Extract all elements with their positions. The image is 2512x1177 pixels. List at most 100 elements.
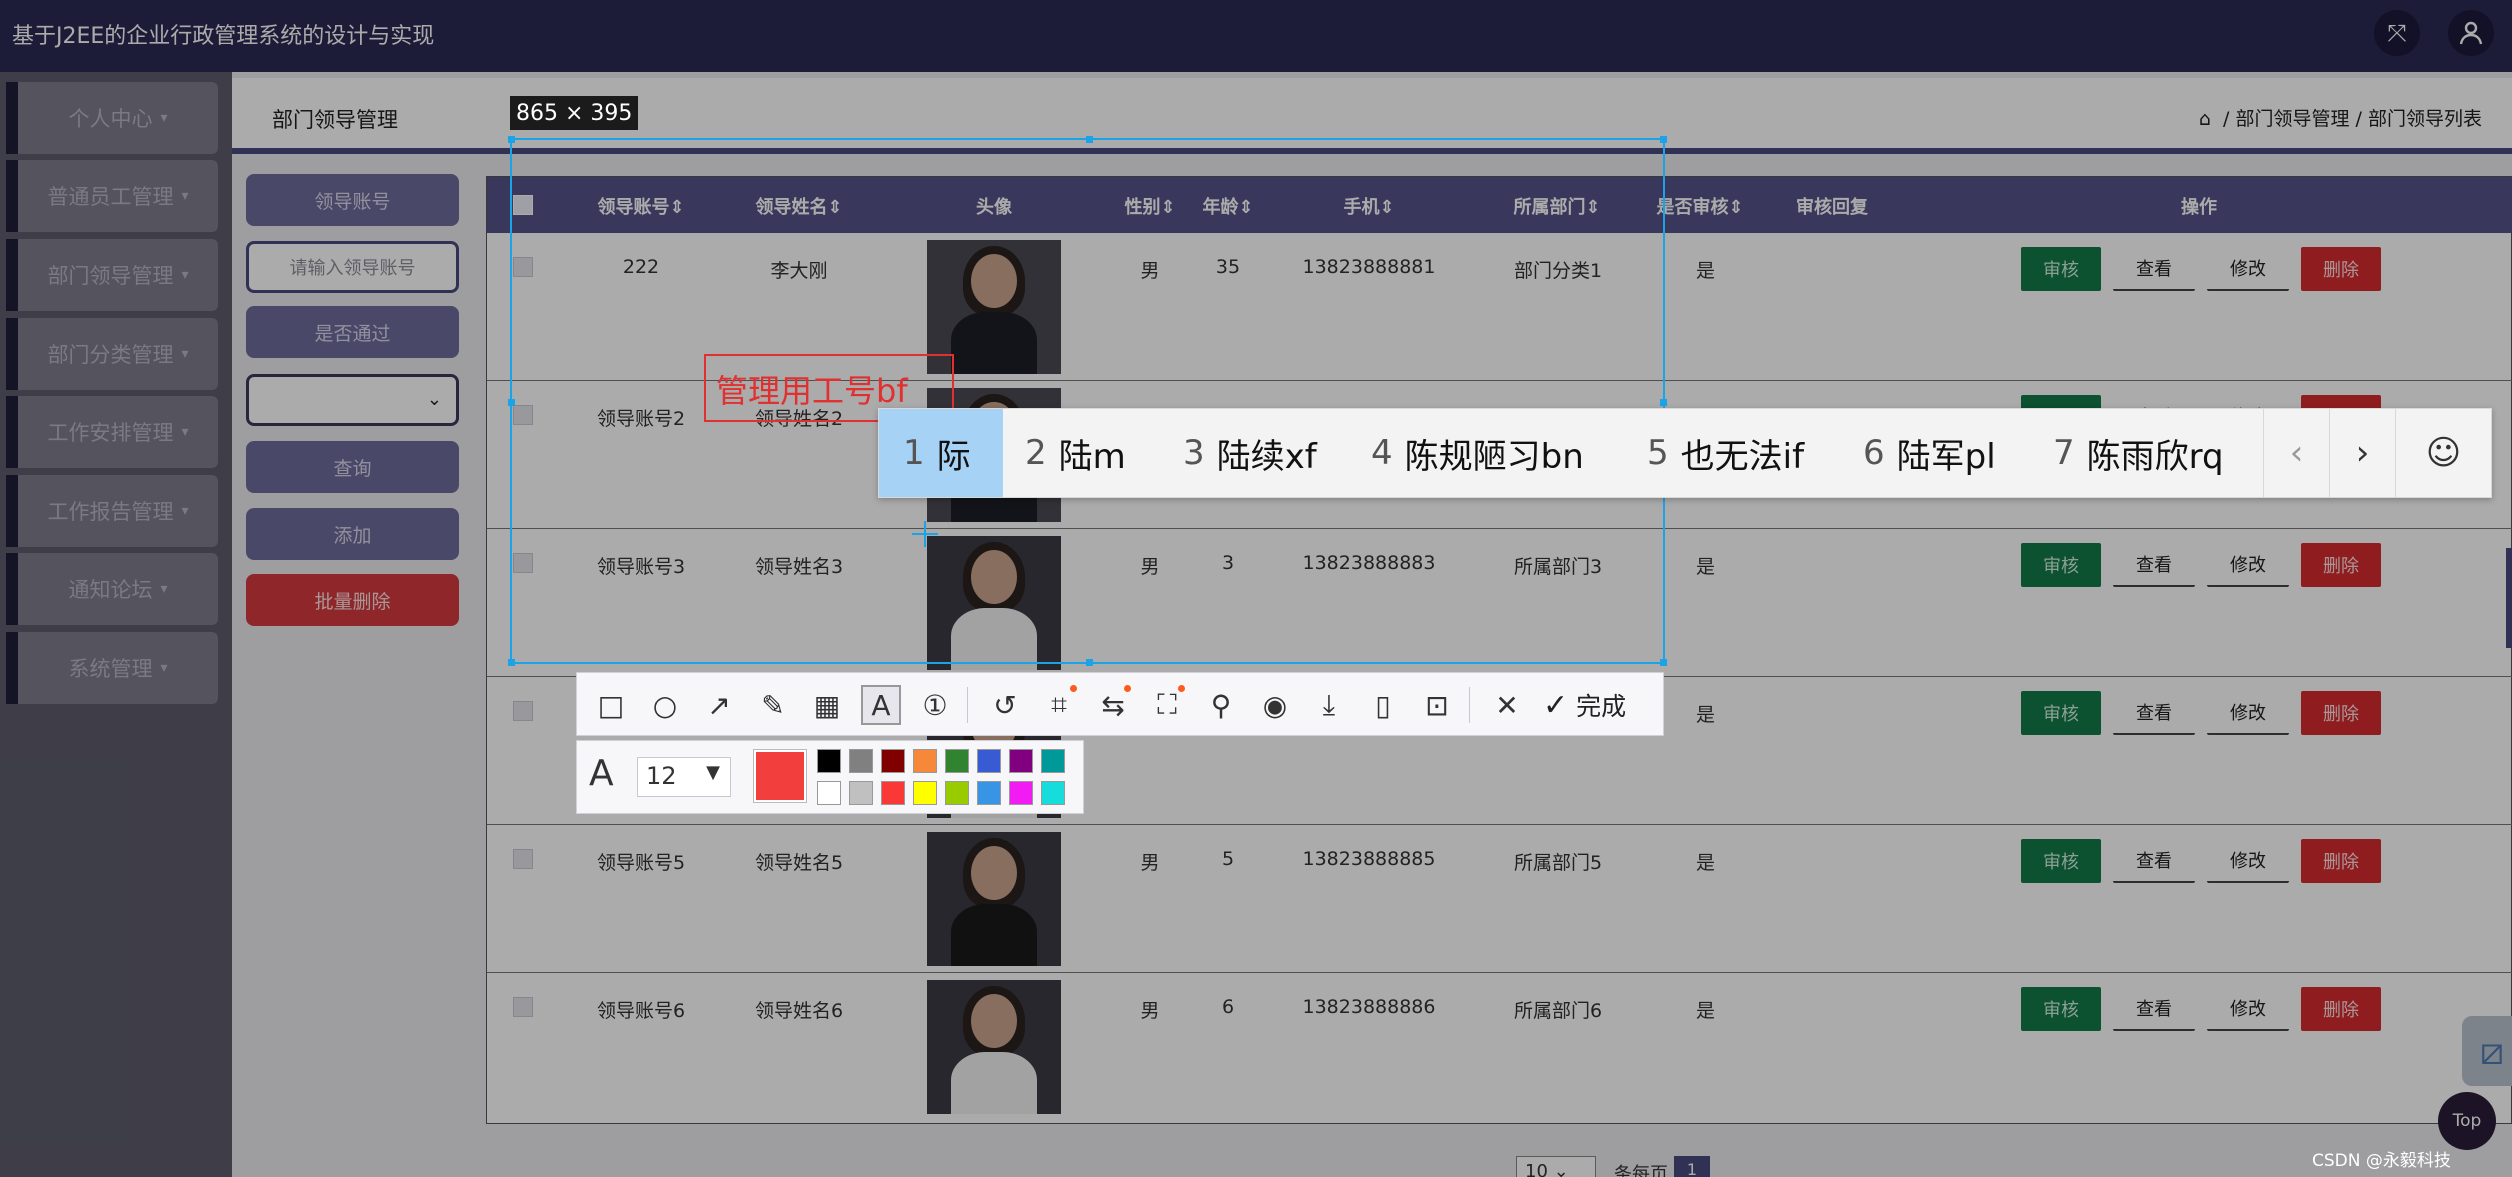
delete-button[interactable]: 删除	[2301, 839, 2381, 883]
ime-candidate[interactable]: 2 陆m	[1025, 409, 1126, 497]
color-swatch[interactable]	[1041, 781, 1065, 805]
sidebar-item-forum[interactable]: 通知论坛 ▾	[6, 553, 218, 625]
delete-button[interactable]: 删除	[2301, 987, 2381, 1031]
batch-delete-button[interactable]: 批量删除	[246, 574, 459, 626]
resize-handle[interactable]	[508, 136, 515, 143]
close-icon[interactable]: ✕	[1487, 685, 1527, 725]
sidebar-item-employee[interactable]: 普通员工管理 ▾	[6, 160, 218, 232]
color-swatch[interactable]	[849, 781, 873, 805]
ocr-icon[interactable]: ⌗	[1039, 685, 1079, 725]
rectangle-icon[interactable]: □	[591, 685, 631, 725]
passed-select[interactable]: ⌄	[246, 374, 459, 426]
delete-button[interactable]: 删除	[2301, 543, 2381, 587]
audit-button[interactable]: 审核	[2021, 987, 2101, 1031]
edit-button[interactable]: 修改	[2207, 839, 2289, 883]
done-button[interactable]: ✓ 完成	[1543, 685, 1626, 725]
edit-button[interactable]: 修改	[2207, 987, 2289, 1031]
pen-icon[interactable]: ✎	[753, 685, 793, 725]
edit-button[interactable]: 修改	[2207, 691, 2289, 735]
resize-handle[interactable]	[1086, 136, 1093, 143]
view-button[interactable]: 查看	[2113, 839, 2195, 883]
float-tool-icon[interactable]: ⧄	[2462, 1016, 2512, 1086]
view-button[interactable]: 查看	[2113, 987, 2195, 1031]
color-swatch[interactable]	[817, 781, 841, 805]
long-screenshot-icon[interactable]: ▯	[1363, 685, 1403, 725]
color-swatch[interactable]	[913, 781, 937, 805]
capture-region[interactable]	[508, 136, 1667, 666]
undo-icon[interactable]: ↺	[985, 685, 1025, 725]
sidebar-item-work-report[interactable]: 工作报告管理 ▾	[6, 475, 218, 547]
color-swatch[interactable]	[913, 749, 937, 773]
translate-icon[interactable]: ⇆	[1093, 685, 1133, 725]
sidebar-item-system[interactable]: 系统管理 ▾	[6, 632, 218, 704]
resize-handle[interactable]	[1660, 659, 1667, 666]
audit-button[interactable]: 审核	[2021, 247, 2101, 291]
edit-button[interactable]: 修改	[2207, 247, 2289, 291]
color-swatch[interactable]	[945, 749, 969, 773]
delete-button[interactable]: 删除	[2301, 691, 2381, 735]
text-icon[interactable]: A	[861, 685, 901, 725]
font-size-select[interactable]: 12 ▼	[637, 757, 731, 797]
audit-button[interactable]: 审核	[2021, 543, 2101, 587]
color-swatch[interactable]	[1041, 749, 1065, 773]
mosaic-icon[interactable]: ▦	[807, 685, 847, 725]
user-icon[interactable]	[2448, 10, 2494, 56]
breadcrumb-level1[interactable]: 部门领导管理	[2235, 108, 2349, 130]
add-button[interactable]: 添加	[246, 508, 459, 560]
col-audited[interactable]: 是否审核⇕	[1656, 193, 1743, 219]
resize-handle[interactable]	[1086, 659, 1093, 666]
delete-button[interactable]: 删除	[2301, 247, 2381, 291]
page-size-select[interactable]: 10 ⌄	[1516, 1156, 1596, 1177]
ime-candidate[interactable]: 7 陈雨欣rq	[2053, 409, 2224, 497]
account-input[interactable]: 请输入领导账号	[246, 241, 459, 293]
view-button[interactable]: 查看	[2113, 247, 2195, 291]
sidebar-item-work-schedule[interactable]: 工作安排管理 ▾	[6, 396, 218, 468]
back-to-top-button[interactable]: Top	[2438, 1092, 2496, 1150]
sidebar-item-dept-category[interactable]: 部门分类管理 ▾	[6, 318, 218, 390]
ime-candidate[interactable]: 1际	[879, 409, 1003, 497]
color-swatch[interactable]	[1009, 781, 1033, 805]
emoji-icon[interactable]: ☺	[2395, 409, 2491, 497]
color-swatch[interactable]	[977, 781, 1001, 805]
sidebar-item-dept-leader[interactable]: 部门领导管理 ▾	[6, 239, 218, 311]
ellipse-icon[interactable]: ○	[645, 685, 685, 725]
audit-button[interactable]: 审核	[2021, 691, 2101, 735]
ime-candidate[interactable]: 4 陈规陋习bn	[1371, 409, 1584, 497]
row-checkbox[interactable]	[513, 849, 533, 869]
edit-button[interactable]: 修改	[2207, 543, 2289, 587]
number-icon[interactable]: ①	[915, 685, 955, 725]
resize-handle[interactable]	[1660, 399, 1667, 406]
page-number[interactable]: 1	[1674, 1156, 1710, 1177]
resize-handle[interactable]	[508, 399, 515, 406]
download-icon[interactable]: ⤓	[1309, 685, 1349, 725]
bookmark-icon[interactable]: ⊡	[1417, 685, 1457, 725]
color-swatch[interactable]	[1009, 749, 1033, 773]
sidebar-item-personal-center[interactable]: 个人中心 ▾	[6, 82, 218, 154]
audit-button[interactable]: 审核	[2021, 839, 2101, 883]
scrollbar[interactable]	[2506, 548, 2512, 648]
resize-handle[interactable]	[508, 659, 515, 666]
pin-icon[interactable]: ⚲	[1201, 685, 1241, 725]
resize-handle[interactable]	[1660, 136, 1667, 143]
view-button[interactable]: 查看	[2113, 691, 2195, 735]
color-swatch[interactable]	[945, 781, 969, 805]
row-checkbox[interactable]	[513, 997, 533, 1017]
ime-prev-icon[interactable]: ‹	[2263, 409, 2329, 497]
query-button[interactable]: 查询	[246, 441, 459, 493]
color-swatch[interactable]	[817, 749, 841, 773]
arrow-icon[interactable]: ↗	[699, 685, 739, 725]
ime-candidate[interactable]: 3 陆续xf	[1183, 409, 1317, 497]
view-button[interactable]: 查看	[2113, 543, 2195, 587]
fullscreen-icon[interactable]: ⤧	[2374, 10, 2420, 56]
color-swatch[interactable]	[849, 749, 873, 773]
color-swatch[interactable]	[977, 749, 1001, 773]
color-swatch[interactable]	[881, 781, 905, 805]
scan-icon[interactable]: ⛶	[1147, 685, 1187, 725]
record-icon[interactable]: ◉	[1255, 685, 1295, 725]
ime-next-icon[interactable]: ›	[2329, 409, 2395, 497]
ime-candidate[interactable]: 6 陆军pl	[1863, 409, 1996, 497]
home-icon[interactable]: ⌂	[2199, 108, 2211, 130]
row-checkbox[interactable]	[513, 701, 533, 721]
ime-candidate[interactable]: 5 也无法if	[1647, 409, 1804, 497]
color-swatch[interactable]	[881, 749, 905, 773]
